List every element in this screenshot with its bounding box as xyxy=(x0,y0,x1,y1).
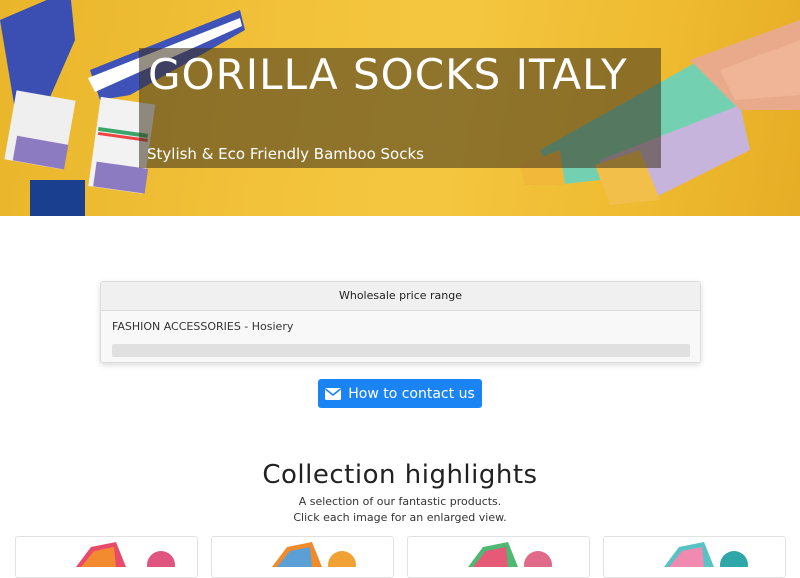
contact-button[interactable]: How to contact us xyxy=(318,379,482,408)
price-range-card: Wholesale price range FASHION ACCESSORIE… xyxy=(100,281,701,363)
product-thumbnail[interactable] xyxy=(15,536,198,578)
product-thumbnail[interactable] xyxy=(603,536,786,578)
sock-image xyxy=(76,542,175,577)
contact-button-label: How to contact us xyxy=(348,385,475,402)
product-thumbnail[interactable] xyxy=(211,536,394,578)
product-thumbnail[interactable] xyxy=(407,536,590,578)
jeans-shape xyxy=(30,180,85,216)
sock-image xyxy=(468,542,552,577)
collection-subtitle-line2: Click each image for an enlarged view. xyxy=(293,511,507,524)
sock-image xyxy=(664,542,748,577)
price-range-bar xyxy=(112,344,690,357)
hero-subtitle: Stylish & Eco Friendly Bamboo Socks xyxy=(147,145,424,163)
hero-banner: GORILLA SOCKS ITALY Stylish & Eco Friend… xyxy=(0,0,800,216)
collection-subtitle-line1: A selection of our fantastic products. xyxy=(298,495,502,508)
hero-title: GORILLA SOCKS ITALY xyxy=(148,50,628,99)
collection-subtitle: A selection of our fantastic products. C… xyxy=(0,494,800,526)
card-body: FASHION ACCESSORIES - Hosiery xyxy=(101,311,700,362)
card-header: Wholesale price range xyxy=(101,282,700,311)
category-label: FASHION ACCESSORIES - Hosiery xyxy=(112,320,294,333)
sock-image xyxy=(272,542,356,577)
envelope-icon xyxy=(325,387,342,400)
collection-title: Collection highlights xyxy=(262,460,538,490)
